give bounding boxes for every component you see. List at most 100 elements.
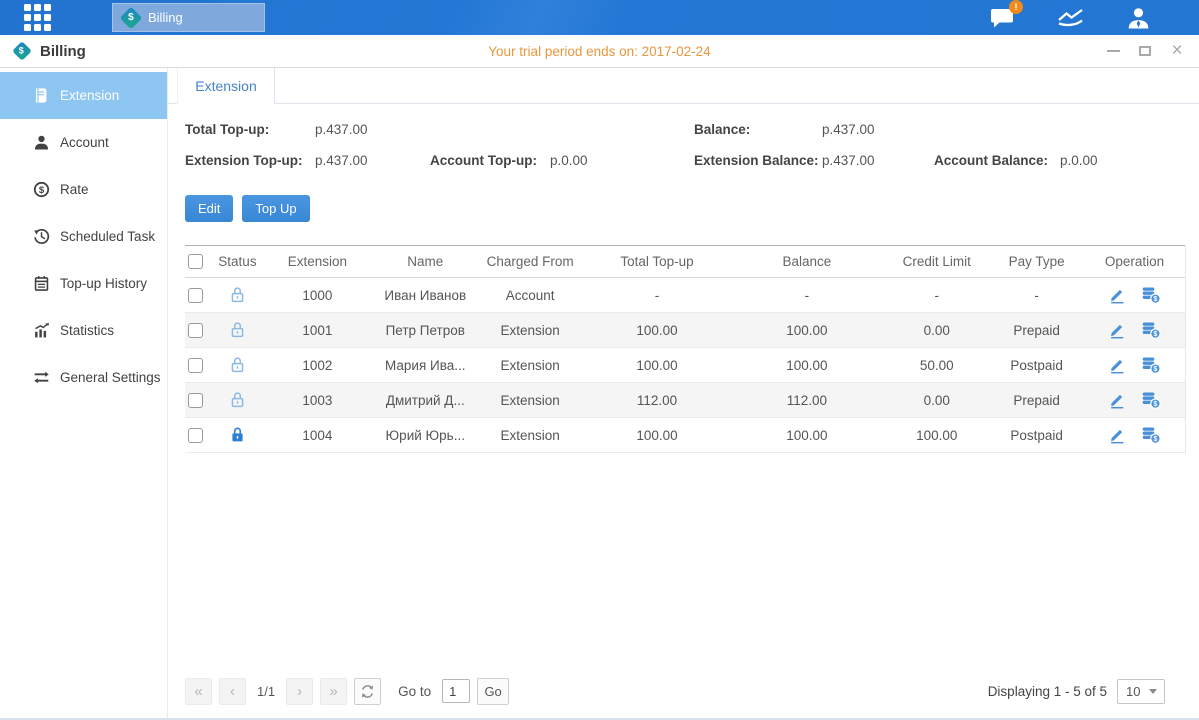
topup-button[interactable]: Top Up	[242, 195, 309, 222]
app-launcher-button[interactable]	[0, 4, 74, 31]
sidebar-item-label: Scheduled Task	[60, 229, 155, 244]
sidebar-item-label: Extension	[60, 88, 119, 103]
edit-pencil-icon[interactable]	[1108, 426, 1126, 444]
cell-pay-type: Prepaid	[989, 383, 1084, 417]
cell-charged-from: Extension	[476, 383, 585, 417]
dollar-coin-icon: $	[33, 181, 50, 198]
edit-pencil-icon[interactable]	[1108, 356, 1126, 374]
prev-page-button[interactable]: ‹	[219, 678, 246, 705]
cell-extension: 1001	[260, 313, 375, 347]
user-icon[interactable]	[1126, 6, 1151, 30]
account-topup-value: p.0.00	[550, 153, 588, 168]
cell-extension: 1003	[260, 383, 375, 417]
next-page-button[interactable]: ›	[286, 678, 313, 705]
sidebar-item-topup-history[interactable]: Top-up History	[0, 260, 167, 307]
messages-icon[interactable]: !	[990, 6, 1015, 29]
cell-charged-from: Account	[476, 278, 585, 312]
account-balance-label: Account Balance:	[934, 153, 1048, 168]
ledger-icon	[33, 87, 50, 104]
table-row: 1000 Иван Иванов Account - - - - $	[185, 278, 1185, 313]
status-lock-icon	[215, 348, 260, 382]
select-all-checkbox[interactable]	[188, 254, 203, 269]
topup-coins-icon[interactable]: $	[1141, 391, 1161, 409]
balance-summary: Total Top-up: p.437.00 Balance: p.437.00…	[168, 104, 1199, 182]
page-size-select[interactable]: 10	[1117, 679, 1165, 704]
cell-extension: 1004	[260, 418, 375, 452]
svg-text:$: $	[39, 185, 45, 196]
person-icon	[33, 134, 50, 151]
page-size-value: 10	[1126, 684, 1140, 699]
cell-total-topup: 100.00	[585, 418, 730, 452]
goto-label: Go to	[398, 684, 431, 699]
first-page-button[interactable]: «	[185, 678, 212, 705]
table-row: 1002 Мария Ива... Extension 100.00 100.0…	[185, 348, 1185, 383]
taskbar-item-label: Billing	[148, 10, 183, 25]
minimize-button[interactable]	[1105, 43, 1121, 59]
sidebar-item-statistics[interactable]: Statistics	[0, 307, 167, 354]
svg-text:$: $	[1153, 399, 1157, 408]
close-button[interactable]: ×	[1169, 43, 1185, 59]
sidebar-item-scheduled-task[interactable]: Scheduled Task	[0, 213, 167, 260]
extension-balance-label: Extension Balance:	[694, 153, 819, 168]
grid-icon	[24, 4, 51, 31]
edit-button[interactable]: Edit	[185, 195, 233, 222]
row-checkbox[interactable]	[188, 393, 203, 408]
table-row: 1001 Петр Петров Extension 100.00 100.00…	[185, 313, 1185, 348]
status-lock-icon	[215, 383, 260, 417]
header-total-topup: Total Top-up	[585, 246, 730, 277]
cell-name: Петр Петров	[375, 313, 476, 347]
topup-coins-icon[interactable]: $	[1141, 286, 1161, 304]
cell-pay-type: -	[989, 278, 1084, 312]
sidebar-item-extension[interactable]: Extension	[0, 72, 167, 119]
table-row: 1004 Юрий Юрь... Extension 100.00 100.00…	[185, 418, 1185, 453]
go-button[interactable]: Go	[477, 678, 509, 705]
topup-coins-icon[interactable]: $	[1141, 321, 1161, 339]
sidebar-item-account[interactable]: Account	[0, 119, 167, 166]
notebook-icon	[33, 275, 50, 292]
total-topup-label: Total Top-up:	[185, 122, 269, 137]
stats-chart-icon	[33, 322, 50, 339]
billing-diamond-icon: $	[12, 41, 32, 61]
status-lock-icon	[215, 313, 260, 347]
cell-credit-limit: 0.00	[884, 383, 989, 417]
extension-topup-value: p.437.00	[315, 153, 368, 168]
sidebar-item-rate[interactable]: $ Rate	[0, 166, 167, 213]
cell-credit-limit: 50.00	[884, 348, 989, 382]
sidebar-item-label: Rate	[60, 182, 89, 197]
taskbar-item-billing[interactable]: $ Billing	[112, 3, 265, 32]
maximize-button[interactable]	[1137, 43, 1153, 59]
table-header-row: Status Extension Name Charged From Total…	[185, 245, 1185, 278]
topup-coins-icon[interactable]: $	[1141, 356, 1161, 374]
row-checkbox[interactable]	[188, 428, 203, 443]
edit-pencil-icon[interactable]	[1108, 391, 1126, 409]
row-checkbox[interactable]	[188, 358, 203, 373]
edit-pencil-icon[interactable]	[1108, 321, 1126, 339]
cell-total-topup: -	[585, 278, 730, 312]
row-checkbox[interactable]	[188, 323, 203, 338]
goto-page-input[interactable]	[442, 679, 470, 703]
tab-strip: Extension	[168, 68, 1199, 104]
row-checkbox[interactable]	[188, 288, 203, 303]
statistics-chart-icon[interactable]	[1057, 7, 1084, 28]
billing-app-window: $ Billing ! $ Billing Your trial period …	[0, 0, 1199, 720]
page-indicator: 1/1	[257, 684, 275, 699]
last-page-button[interactable]: »	[320, 678, 347, 705]
cell-pay-type: Postpaid	[989, 348, 1084, 382]
refresh-button[interactable]	[354, 678, 381, 705]
cell-charged-from: Extension	[476, 418, 585, 452]
cell-total-topup: 100.00	[585, 313, 730, 347]
cell-name: Иван Иванов	[375, 278, 476, 312]
header-pay-type: Pay Type	[989, 246, 1084, 277]
cell-pay-type: Prepaid	[989, 313, 1084, 347]
tab-extension[interactable]: Extension	[177, 68, 275, 104]
balance-value: p.437.00	[822, 122, 875, 137]
sidebar-item-general-settings[interactable]: General Settings	[0, 354, 167, 401]
cell-name: Дмитрий Д...	[375, 383, 476, 417]
cell-balance: 100.00	[729, 348, 884, 382]
status-lock-icon	[215, 418, 260, 452]
topup-coins-icon[interactable]: $	[1141, 426, 1161, 444]
billing-diamond-icon: $	[120, 6, 143, 29]
system-topbar: $ Billing !	[0, 0, 1199, 35]
edit-pencil-icon[interactable]	[1108, 286, 1126, 304]
svg-text:$: $	[1153, 434, 1157, 443]
